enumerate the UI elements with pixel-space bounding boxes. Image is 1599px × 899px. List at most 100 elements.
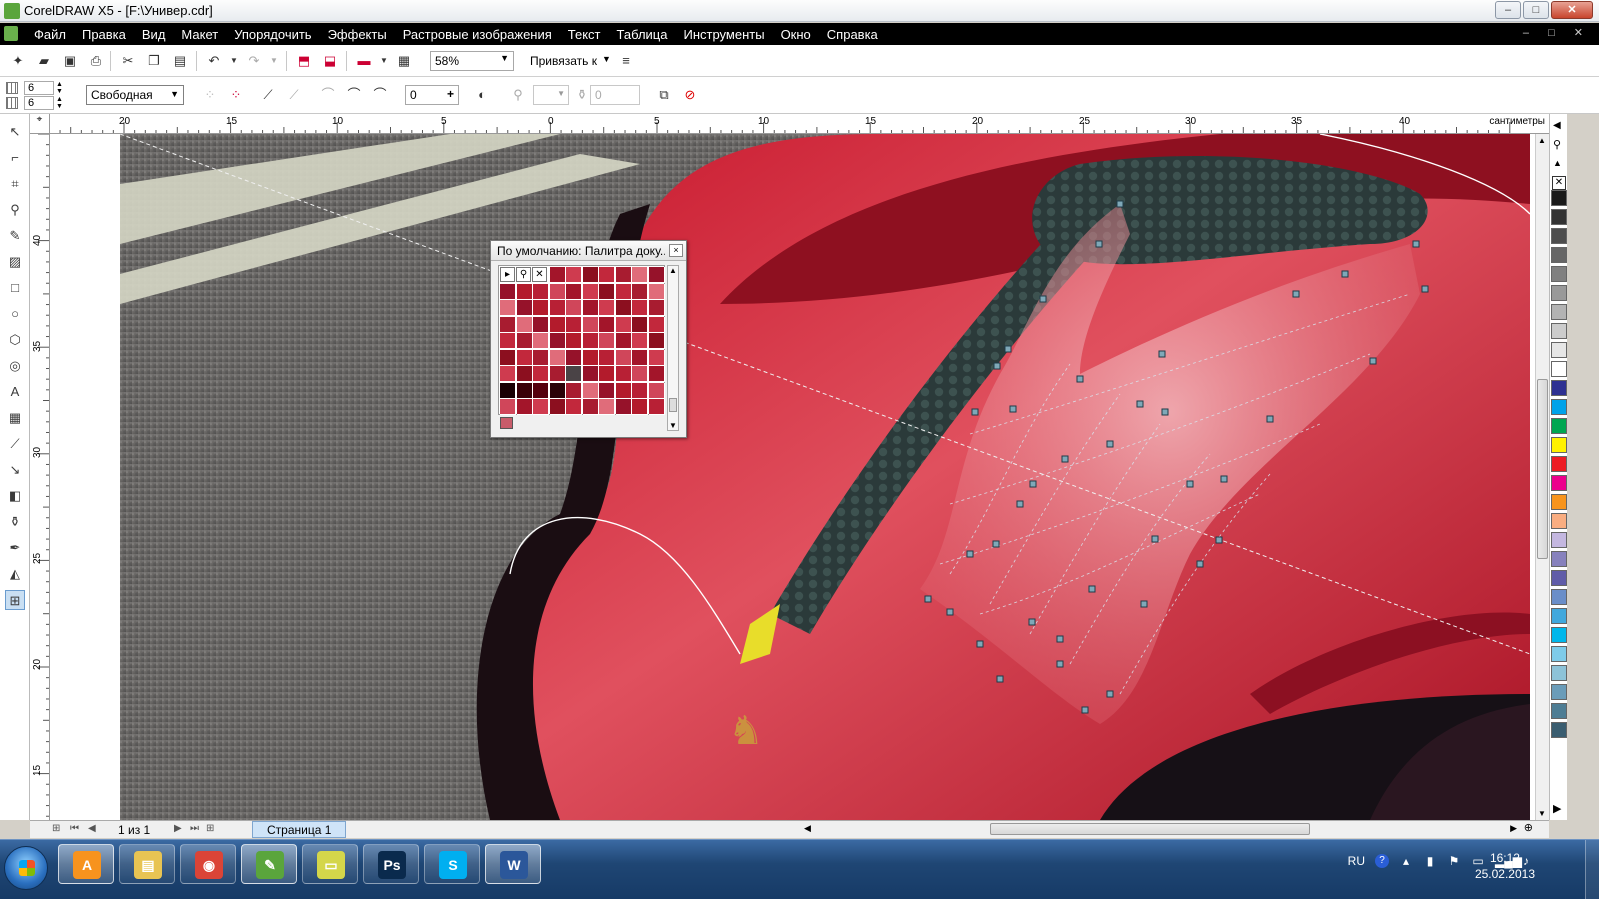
mesh-rows-spinner[interactable]: 6 ▲ ▼: [6, 81, 68, 95]
color-swatch[interactable]: [1551, 228, 1567, 244]
palette-swatch[interactable]: [615, 349, 632, 366]
start-button[interactable]: [4, 846, 48, 890]
scroll-down-icon[interactable]: ▼: [669, 421, 677, 430]
palette-swatch[interactable]: [566, 399, 582, 415]
palette-swatch[interactable]: [615, 366, 632, 382]
mesh-node[interactable]: [1140, 600, 1148, 608]
palette-swatch[interactable]: [566, 267, 582, 283]
symmetrical-node-icon[interactable]: ⌒: [372, 87, 388, 103]
color-swatch[interactable]: [1551, 532, 1567, 548]
palette-swatch[interactable]: [599, 267, 615, 283]
mesh-node[interactable]: [1028, 618, 1036, 626]
color-swatch[interactable]: [1551, 722, 1567, 738]
color-swatch[interactable]: [1551, 665, 1567, 681]
palette-swatch[interactable]: [615, 283, 632, 300]
color-swatch[interactable]: [1551, 437, 1567, 453]
palette-swatch[interactable]: [582, 399, 599, 415]
undo-icon[interactable]: ↶: [206, 53, 222, 69]
mesh-node[interactable]: [1004, 345, 1012, 353]
car-bitmap-image[interactable]: ♞: [120, 134, 1530, 820]
freehand-tool-icon[interactable]: ✎: [5, 226, 25, 246]
mesh-node[interactable]: [966, 550, 974, 558]
welcome-screen-icon[interactable]: ▦: [396, 53, 412, 69]
taskbar-avast-button[interactable]: A: [58, 844, 114, 884]
color-picker-dropdown[interactable]: ▼: [533, 85, 569, 105]
cut-icon[interactable]: ✂: [120, 53, 136, 69]
show-desktop-button[interactable]: [1585, 840, 1599, 899]
color-swatch[interactable]: [1551, 646, 1567, 662]
palette-swatch[interactable]: [582, 283, 599, 300]
copy-mesh-icon[interactable]: ⧉: [656, 87, 672, 103]
color-swatch[interactable]: [1551, 399, 1567, 415]
color-swatch[interactable]: [1551, 589, 1567, 605]
color-swatch[interactable]: [1551, 380, 1567, 396]
mesh-node[interactable]: [992, 540, 1000, 548]
palette-swatch[interactable]: [516, 349, 533, 366]
add-page-icon[interactable]: ⊞: [52, 823, 60, 834]
menu-help[interactable]: Справка: [819, 26, 886, 43]
mesh-fill-tool-icon[interactable]: ⊞: [5, 590, 25, 610]
color-swatch[interactable]: [1551, 627, 1567, 643]
palette-swatch[interactable]: [632, 382, 648, 399]
document-window-controls[interactable]: – □ ✕: [1523, 26, 1591, 39]
mesh-node[interactable]: [1088, 585, 1096, 593]
ellipse-tool-icon[interactable]: ○: [5, 304, 25, 324]
palette-swatch[interactable]: [599, 300, 615, 316]
color-palette-expand-icon[interactable]: ▶: [1553, 802, 1561, 815]
horizontal-scroll-thumb[interactable]: [990, 823, 1310, 835]
palette-swatch[interactable]: [500, 366, 516, 382]
rectangle-tool-icon[interactable]: □: [5, 278, 25, 298]
last-page-icon[interactable]: ⏭: [190, 823, 199, 834]
palette-swatch[interactable]: [632, 283, 648, 300]
launcher-dropdown-icon[interactable]: ▼: [376, 53, 392, 69]
palette-swatch[interactable]: [533, 333, 549, 349]
smart-fill-tool-icon[interactable]: ▨: [5, 252, 25, 272]
menu-layout[interactable]: Макет: [173, 26, 226, 43]
next-page-icon[interactable]: ▶: [174, 823, 182, 834]
spinner-arrows-icon[interactable]: ▲ ▼: [56, 81, 63, 95]
taskbar-chrome-button[interactable]: ◉: [180, 844, 236, 884]
palette-swatch[interactable]: [582, 349, 599, 366]
page-tab[interactable]: Страница 1: [252, 821, 347, 838]
color-swatch[interactable]: [1551, 456, 1567, 472]
palette-swatch[interactable]: [566, 333, 582, 349]
mesh-node[interactable]: [1029, 480, 1037, 488]
add-page-after-icon[interactable]: ⊞: [206, 823, 214, 834]
scroll-down-icon[interactable]: ▼: [1538, 809, 1546, 818]
mesh-node[interactable]: [1151, 535, 1159, 543]
color-swatch[interactable]: [1551, 361, 1567, 377]
palette-scroll-thumb[interactable]: [669, 398, 677, 412]
mesh-node[interactable]: [1421, 285, 1429, 293]
color-swatch[interactable]: [1551, 190, 1567, 206]
palette-swatch[interactable]: [632, 316, 648, 333]
taskbar-skype-button[interactable]: S: [424, 844, 480, 884]
mesh-node[interactable]: [1369, 357, 1377, 365]
mesh-node[interactable]: [1292, 290, 1300, 298]
menu-arrange[interactable]: Упорядочить: [226, 26, 319, 43]
mesh-node[interactable]: [1095, 240, 1103, 248]
eyedropper-icon[interactable]: ⚲: [1553, 138, 1561, 151]
palette-swatch[interactable]: [549, 366, 566, 382]
application-launcher-icon[interactable]: ▬: [356, 53, 372, 69]
color-swatch[interactable]: [1551, 209, 1567, 225]
palette-swatch[interactable]: [516, 399, 533, 415]
tray-expand-icon[interactable]: ▴: [1399, 854, 1413, 868]
dimension-tool-icon[interactable]: ⟋: [5, 434, 25, 454]
document-icon[interactable]: [4, 26, 18, 41]
close-button[interactable]: ✕: [1551, 1, 1593, 19]
mesh-node[interactable]: [1056, 635, 1064, 643]
add-nodes-icon[interactable]: ⁘: [202, 87, 218, 103]
menu-window[interactable]: Окно: [773, 26, 819, 43]
palette-swatch[interactable]: [549, 349, 566, 366]
palette-swatch[interactable]: [582, 333, 599, 349]
palette-swatch[interactable]: [582, 267, 599, 283]
palette-swatch[interactable]: [582, 382, 599, 399]
menu-edit[interactable]: Правка: [74, 26, 134, 43]
chevron-down-icon[interactable]: ▼: [602, 54, 611, 64]
palette-swatch[interactable]: [549, 333, 566, 349]
clear-mesh-icon[interactable]: ⊘: [682, 87, 698, 103]
palette-swatch[interactable]: [500, 283, 516, 300]
zoom-level-select[interactable]: 58% ▼: [430, 51, 514, 71]
previous-page-icon[interactable]: ◀: [88, 823, 96, 834]
palette-swatch[interactable]: [582, 366, 599, 382]
